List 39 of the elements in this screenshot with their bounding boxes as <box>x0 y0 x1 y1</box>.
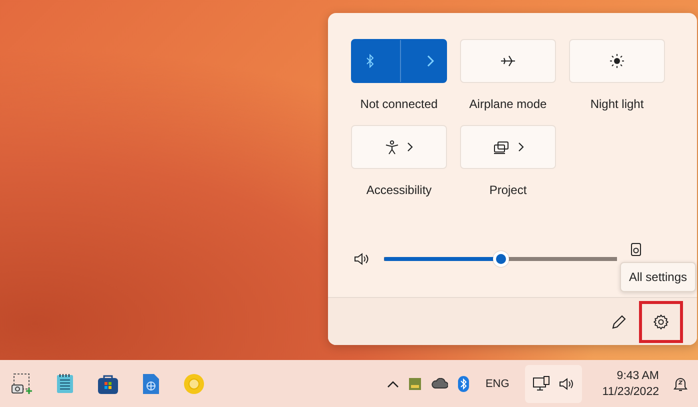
tile-label: Project <box>489 183 527 197</box>
tile-label: Night light <box>590 97 644 111</box>
notepad-icon[interactable] <box>56 372 74 394</box>
chevron-right-icon <box>407 142 413 152</box>
tooltip: All settings <box>620 262 696 292</box>
chevron-right-icon <box>518 142 524 152</box>
speaker-icon <box>559 378 574 390</box>
tile-label: Not connected <box>360 97 438 111</box>
sun-icon <box>610 54 624 68</box>
screens-icon <box>492 140 510 154</box>
network-volume-button[interactable] <box>525 364 582 402</box>
chevron-right-icon <box>426 55 434 67</box>
tile-label: Accessibility <box>366 183 432 197</box>
airplane-icon <box>500 54 516 68</box>
snipping-tool-icon[interactable] <box>11 372 33 394</box>
bluetooth-icon[interactable] <box>458 376 470 392</box>
project-button[interactable] <box>460 125 556 169</box>
store-icon[interactable] <box>97 372 119 394</box>
volume-thumb[interactable] <box>492 251 508 267</box>
bluetooth-icon <box>364 54 374 68</box>
settings-icon <box>653 314 669 330</box>
language-indicator[interactable]: ENG <box>485 378 510 390</box>
chevron-up-icon[interactable] <box>387 380 400 388</box>
app-tray-icon[interactable] <box>409 378 422 390</box>
tile-label: Airplane mode <box>469 97 547 111</box>
accessibility-icon <box>385 140 399 154</box>
settings-button[interactable] <box>639 300 683 342</box>
cloud-icon[interactable] <box>431 378 448 389</box>
clock-time[interactable]: 9:43 AM <box>616 368 659 384</box>
clock-date[interactable]: 11/23/2022 <box>602 384 659 400</box>
bluetooth-toggle[interactable] <box>351 39 447 83</box>
night-light-toggle[interactable] <box>569 39 665 83</box>
speaker-device-icon <box>631 243 641 256</box>
document-globe-icon[interactable] <box>142 372 160 394</box>
network-icon <box>533 376 552 392</box>
pencil-icon[interactable] <box>612 314 627 329</box>
bell-icon[interactable] <box>673 376 688 392</box>
airplane-mode-toggle[interactable] <box>460 39 556 83</box>
speaker-icon <box>354 253 370 265</box>
